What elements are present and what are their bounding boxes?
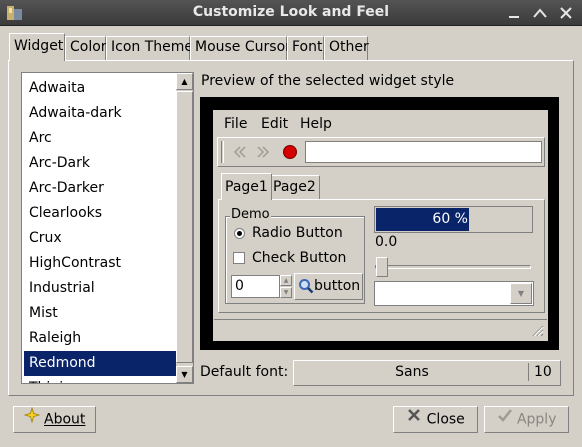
spin-down-icon[interactable]: ▼ xyxy=(280,287,292,298)
spin-input[interactable]: 0 xyxy=(231,275,280,298)
scale-slider-handle[interactable] xyxy=(376,257,388,277)
check-button[interactable] xyxy=(233,252,245,264)
radio-label[interactable]: Radio Button xyxy=(252,225,343,241)
preview-button[interactable]: button xyxy=(294,273,363,300)
radio-dot xyxy=(237,231,242,236)
forward-arrow-icon[interactable] xyxy=(254,143,274,165)
about-button[interactable]: About xyxy=(13,406,96,433)
list-item[interactable]: Arc-Darker xyxy=(24,176,176,201)
preview-label: Preview of the selected widget style xyxy=(201,73,455,89)
tab-icon-theme[interactable]: Icon Theme xyxy=(106,36,193,60)
back-arrow-icon[interactable] xyxy=(229,143,249,165)
menu-file[interactable]: File xyxy=(224,116,247,132)
close-label: Close xyxy=(426,411,465,428)
chevron-down-icon[interactable]: ▼ xyxy=(510,283,532,304)
list-item[interactable]: Adwaita xyxy=(24,76,176,101)
list-item[interactable]: Crux xyxy=(24,226,176,251)
list-item[interactable]: Mist xyxy=(24,301,176,326)
minimize-icon[interactable] xyxy=(503,3,525,23)
tab-page1[interactable]: Page1 xyxy=(221,173,272,200)
toolbar-handle[interactable] xyxy=(221,141,224,163)
toolbar-entry[interactable] xyxy=(305,141,542,163)
list-item[interactable]: Industrial xyxy=(24,276,176,301)
menu-edit[interactable]: Edit xyxy=(261,116,288,132)
tab-page2[interactable]: Page2 xyxy=(269,175,320,199)
close-icon[interactable] xyxy=(555,3,577,23)
stop-icon[interactable] xyxy=(282,144,298,164)
list-item[interactable]: Arc-Dark xyxy=(24,151,176,176)
bottom-separator xyxy=(0,398,582,400)
spin-up-icon[interactable]: ▲ xyxy=(280,275,292,286)
scroll-thumb[interactable] xyxy=(176,91,193,363)
close-x-icon xyxy=(406,407,422,432)
preview-statusbar xyxy=(214,319,547,339)
tab-color[interactable]: Color xyxy=(65,36,107,60)
demo-legend: Demo xyxy=(230,207,271,222)
list-item[interactable]: Raleigh xyxy=(24,326,176,351)
apply-button[interactable]: Apply xyxy=(484,406,569,433)
theme-list[interactable]: Adwaita Adwaita-dark Arc Arc-Dark Arc-Da… xyxy=(21,72,194,384)
tab-other[interactable]: Other xyxy=(324,36,369,60)
theme-list-scrollbar[interactable]: ▲ ▼ xyxy=(176,73,193,383)
progress-label: 60 % xyxy=(432,211,468,227)
list-item[interactable]: Clearlooks xyxy=(24,201,176,226)
list-item-selected[interactable]: Redmond xyxy=(24,351,176,376)
scale-trough[interactable] xyxy=(375,265,531,269)
font-separator xyxy=(528,363,529,381)
resize-grip-icon[interactable] xyxy=(530,323,544,341)
scroll-up-icon[interactable]: ▲ xyxy=(176,73,193,90)
tab-widget[interactable]: Widget xyxy=(9,33,65,61)
close-button[interactable]: Close xyxy=(393,406,478,433)
scroll-down-icon[interactable]: ▼ xyxy=(176,366,193,383)
list-item[interactable]: Arc xyxy=(24,126,176,151)
font-size: 10 xyxy=(534,364,552,380)
check-label[interactable]: Check Button xyxy=(252,250,346,266)
window-title: Customize Look and Feel xyxy=(192,4,390,20)
list-item[interactable]: Adwaita-dark xyxy=(24,101,176,126)
about-icon xyxy=(23,406,40,432)
list-item[interactable]: Thinice xyxy=(24,376,176,383)
search-icon xyxy=(298,278,314,294)
about-label: About xyxy=(44,411,86,428)
maximize-icon[interactable] xyxy=(529,3,551,23)
spin-buttons[interactable]: ▲ ▼ xyxy=(280,275,292,298)
font-name: Sans xyxy=(395,364,429,380)
menu-help[interactable]: Help xyxy=(300,116,332,132)
preview-button-label: button xyxy=(314,278,361,294)
scale-value: 0.0 xyxy=(375,234,398,250)
tab-font[interactable]: Font xyxy=(287,36,324,60)
default-font-label: Default font: xyxy=(200,364,289,380)
tab-mouse-cursor[interactable]: Mouse Cursor xyxy=(190,36,291,60)
list-item[interactable]: HighContrast xyxy=(24,251,176,276)
apply-label: Apply xyxy=(516,411,557,428)
checkmark-icon xyxy=(497,407,513,432)
